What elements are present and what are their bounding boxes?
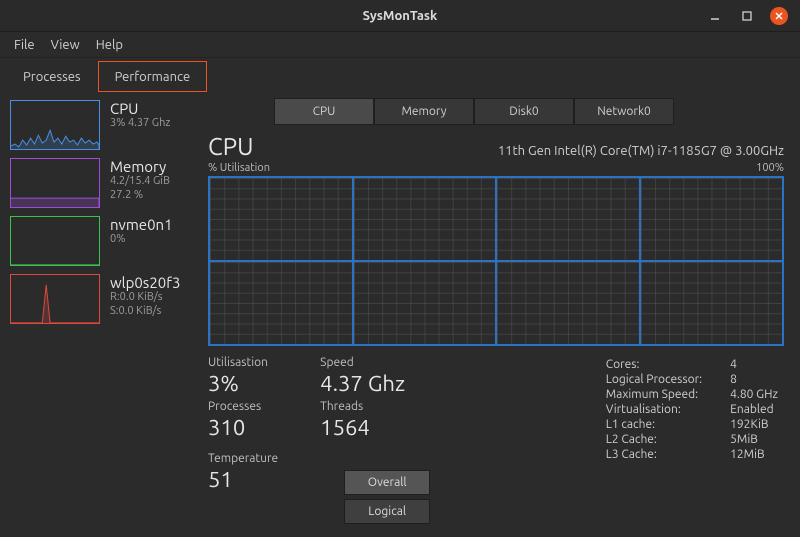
tab-processes[interactable]: Processes [6,61,98,92]
axis-label-left: % Utilisation [208,162,270,174]
sidebar-memory-sub1: 4.2/15.4 GiB [110,175,170,189]
menu-view[interactable]: View [51,38,80,52]
sidebar-memory-title: Memory [110,158,170,175]
subtab-memory[interactable]: Memory [374,98,474,125]
cpu-chart-2 [496,177,640,261]
cpu-chart-grid [208,176,784,346]
sidebar-network-sub1: R:0.0 KiB/s [110,291,180,305]
sidebar-memory-sub2: 27.2 % [110,189,170,203]
tab-performance[interactable]: Performance [98,61,208,92]
temp-value: 51 [208,467,278,492]
menu-file[interactable]: File [14,38,35,52]
window-title: SysMonTask [0,9,800,23]
subtab-cpu[interactable]: CPU [274,98,374,125]
menu-help[interactable]: Help [96,38,123,52]
cpu-chart-4 [209,261,353,345]
view-logical-button[interactable]: Logical [344,499,430,524]
sidebar-network-title: wlp0s20f3 [110,274,180,291]
temp-label: Temperature [208,452,278,465]
util-label: Utilisastion [208,356,278,369]
maximize-button[interactable] [738,7,756,25]
cpu-chart-3 [640,177,784,261]
minimize-button[interactable] [706,7,724,25]
performance-sidebar: CPU 3% 4.37 Ghz Memory 4.2/15.4 GiB 27.2… [0,92,200,537]
view-overall-button[interactable]: Overall [344,470,430,495]
cpu-model: 11th Gen Intel(R) Core(TM) i7-1185G7 @ 3… [498,144,784,158]
cpu-chart-5 [353,261,497,345]
sidebar-disk-title: nvme0n1 [110,216,173,233]
axis-label-right: 100% [756,162,784,174]
sidebar-item-network[interactable]: wlp0s20f3 R:0.0 KiB/s S:0.0 KiB/s [6,272,194,326]
cpu-info-table: Cores:4 Logical Processor:8 Maximum Spee… [600,356,784,524]
util-value: 3% [208,371,278,396]
speed-value: 4.37 Ghz [320,371,430,396]
subtab-disk[interactable]: Disk0 [474,98,574,125]
sidebar-cpu-sub: 3% 4.37 Ghz [110,117,170,131]
sidebar-item-cpu[interactable]: CPU 3% 4.37 Ghz [6,98,194,152]
close-button[interactable] [770,7,788,25]
cpu-chart-1 [353,177,497,261]
cpu-chart-0 [209,177,353,261]
procs-value: 310 [208,415,278,440]
threads-label: Threads [320,400,430,413]
sidebar-cpu-title: CPU [110,100,170,117]
sidebar-item-disk[interactable]: nvme0n1 0% [6,214,194,268]
procs-label: Processes [208,400,278,413]
sidebar-item-memory[interactable]: Memory 4.2/15.4 GiB 27.2 % [6,156,194,210]
speed-label: Speed [320,356,430,369]
cpu-chart-7 [640,261,784,345]
sidebar-disk-sub: 0% [110,233,173,247]
subtab-network[interactable]: Network0 [574,98,674,125]
cpu-chart-6 [496,261,640,345]
page-title: CPU [208,133,253,160]
threads-value: 1564 [320,415,430,440]
sidebar-network-sub2: S:0.0 KiB/s [110,305,180,319]
